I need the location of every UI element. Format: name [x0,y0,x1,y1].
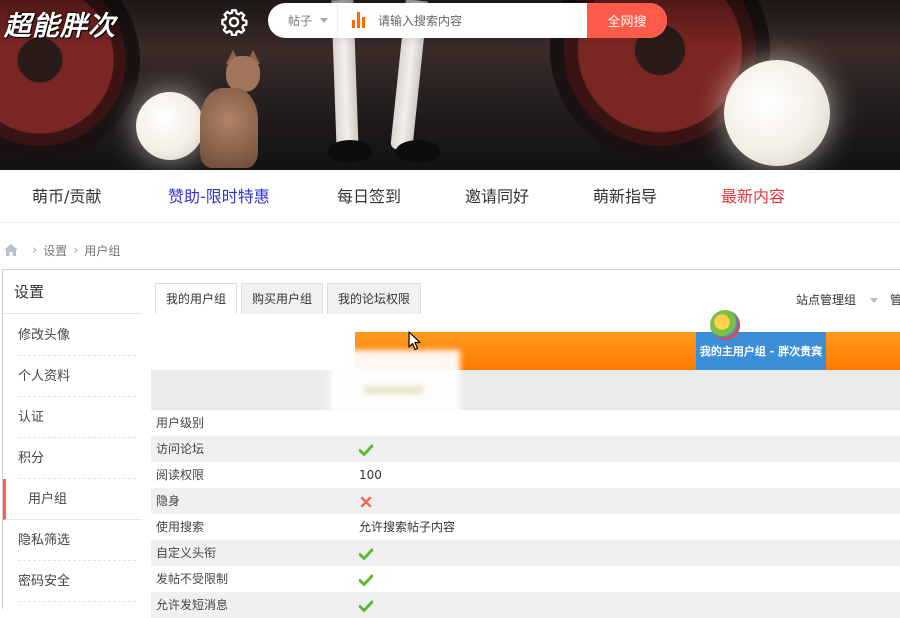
nav-item-checkin[interactable]: 每日签到 [337,171,401,223]
moderation-label: 站点管理组 [796,293,857,307]
bar-chart-icon [344,3,372,38]
check-icon [359,444,373,456]
table-row: 用户级别 [151,410,900,436]
permission-name: 使用搜索 [156,520,205,534]
search-input[interactable] [372,3,587,38]
tab-forum-permissions[interactable]: 我的论坛权限 [327,283,422,314]
permission-name: 允许发短消息 [156,598,229,612]
table-row: 自定义头衔 [151,540,900,566]
table-row: 隐身 [151,488,900,514]
permission-name: 用户级别 [156,416,205,430]
chevron-down-icon [870,298,879,303]
permission-value: 允许搜索帖子内容 [359,520,456,534]
settings-sidebar: 设置 修改头像 个人资料 认证 积分 用户组 隐私筛选 密码安全 [3,270,142,610]
search-scope-select[interactable]: 帖子 [268,3,338,38]
sidebar-item-password[interactable]: 密码安全 [18,561,136,602]
sidebar-item-avatar[interactable]: 修改头像 [18,315,136,356]
table-row: 访问论坛 [151,436,900,462]
breadcrumb-separator: › [32,242,38,258]
usergroup-badge-icon [710,310,740,340]
tab-buy-usergroup[interactable]: 购买用户组 [241,283,324,314]
nav-item-coins[interactable]: 萌币/贡献 [32,171,101,223]
mouse-cursor-icon [408,331,421,351]
permissions-table: 用户级别 访问论坛 阅读权限 100 隐身 使用搜索 允许搜索帖子内容 自定义头… [151,410,900,618]
sidebar-item-verify[interactable]: 认证 [18,397,136,438]
moderation-select[interactable]: 站点管理组 管 [796,291,900,308]
sidebar-item-credits[interactable]: 积分 [18,438,136,479]
permission-value [359,540,373,566]
sidebar-item-usergroup[interactable]: 用户组 [3,479,142,520]
nav-item-guide[interactable]: 萌新指导 [593,171,657,223]
table-row: 允许发短消息 [151,592,900,618]
permission-name: 隐身 [156,494,181,508]
tab-my-usergroup[interactable]: 我的用户组 [155,283,238,314]
nav-item-invite[interactable]: 邀请同好 [465,171,529,223]
permission-value [359,592,373,618]
table-row: 阅读权限 100 [151,462,900,488]
permission-value [359,488,373,514]
sidebar-item-profile[interactable]: 个人资料 [18,356,136,397]
home-icon[interactable] [4,244,18,256]
permission-name: 发帖不受限制 [156,572,229,586]
table-row: 使用搜索 允许搜索帖子内容 [151,514,900,540]
check-icon [359,574,373,586]
site-logo[interactable]: 超能胖次 [4,4,116,43]
usergroup-info-band [151,370,900,410]
permission-value [359,436,373,462]
check-icon [359,548,373,560]
banner-cat [190,50,270,170]
cross-icon [360,496,372,507]
permission-value: 100 [359,468,382,482]
search-bar: 帖子 全网搜 [268,3,667,38]
blurred-group-card [330,350,460,412]
table-row: 发帖不受限制 [151,566,900,592]
search-submit-button[interactable]: 全网搜 [587,3,667,38]
search-scope-label: 帖子 [288,14,313,28]
breadcrumb: › 设置 › 用户组 [4,240,120,260]
permission-name: 自定义头衔 [156,546,217,560]
permission-name: 阅读权限 [156,468,205,482]
permission-value [359,566,373,592]
chevron-down-icon [320,18,329,23]
main-usergroup-label: 我的主用户组 - 胖次贵宾 [696,332,826,370]
permission-name: 访问论坛 [156,442,205,456]
sidebar-title: 设置 [3,270,142,314]
usergroup-tabs: 我的用户组 购买用户组 我的论坛权限 [155,283,422,314]
breadcrumb-usergroup[interactable]: 用户组 [84,242,120,259]
main-nav: 萌币/贡献 赞助-限时特惠 每日签到 邀请同好 萌新指导 最新内容 [0,171,900,223]
moderation-more: 管 [890,293,900,307]
nav-item-latest[interactable]: 最新内容 [721,171,785,223]
nav-item-sponsor[interactable]: 赞助-限时特惠 [168,171,270,223]
banner-lamp-right [724,60,830,166]
gear-icon[interactable] [220,8,248,36]
sidebar-item-privacy[interactable]: 隐私筛选 [18,520,136,561]
breadcrumb-separator: › [73,242,79,258]
breadcrumb-settings[interactable]: 设置 [43,242,67,259]
